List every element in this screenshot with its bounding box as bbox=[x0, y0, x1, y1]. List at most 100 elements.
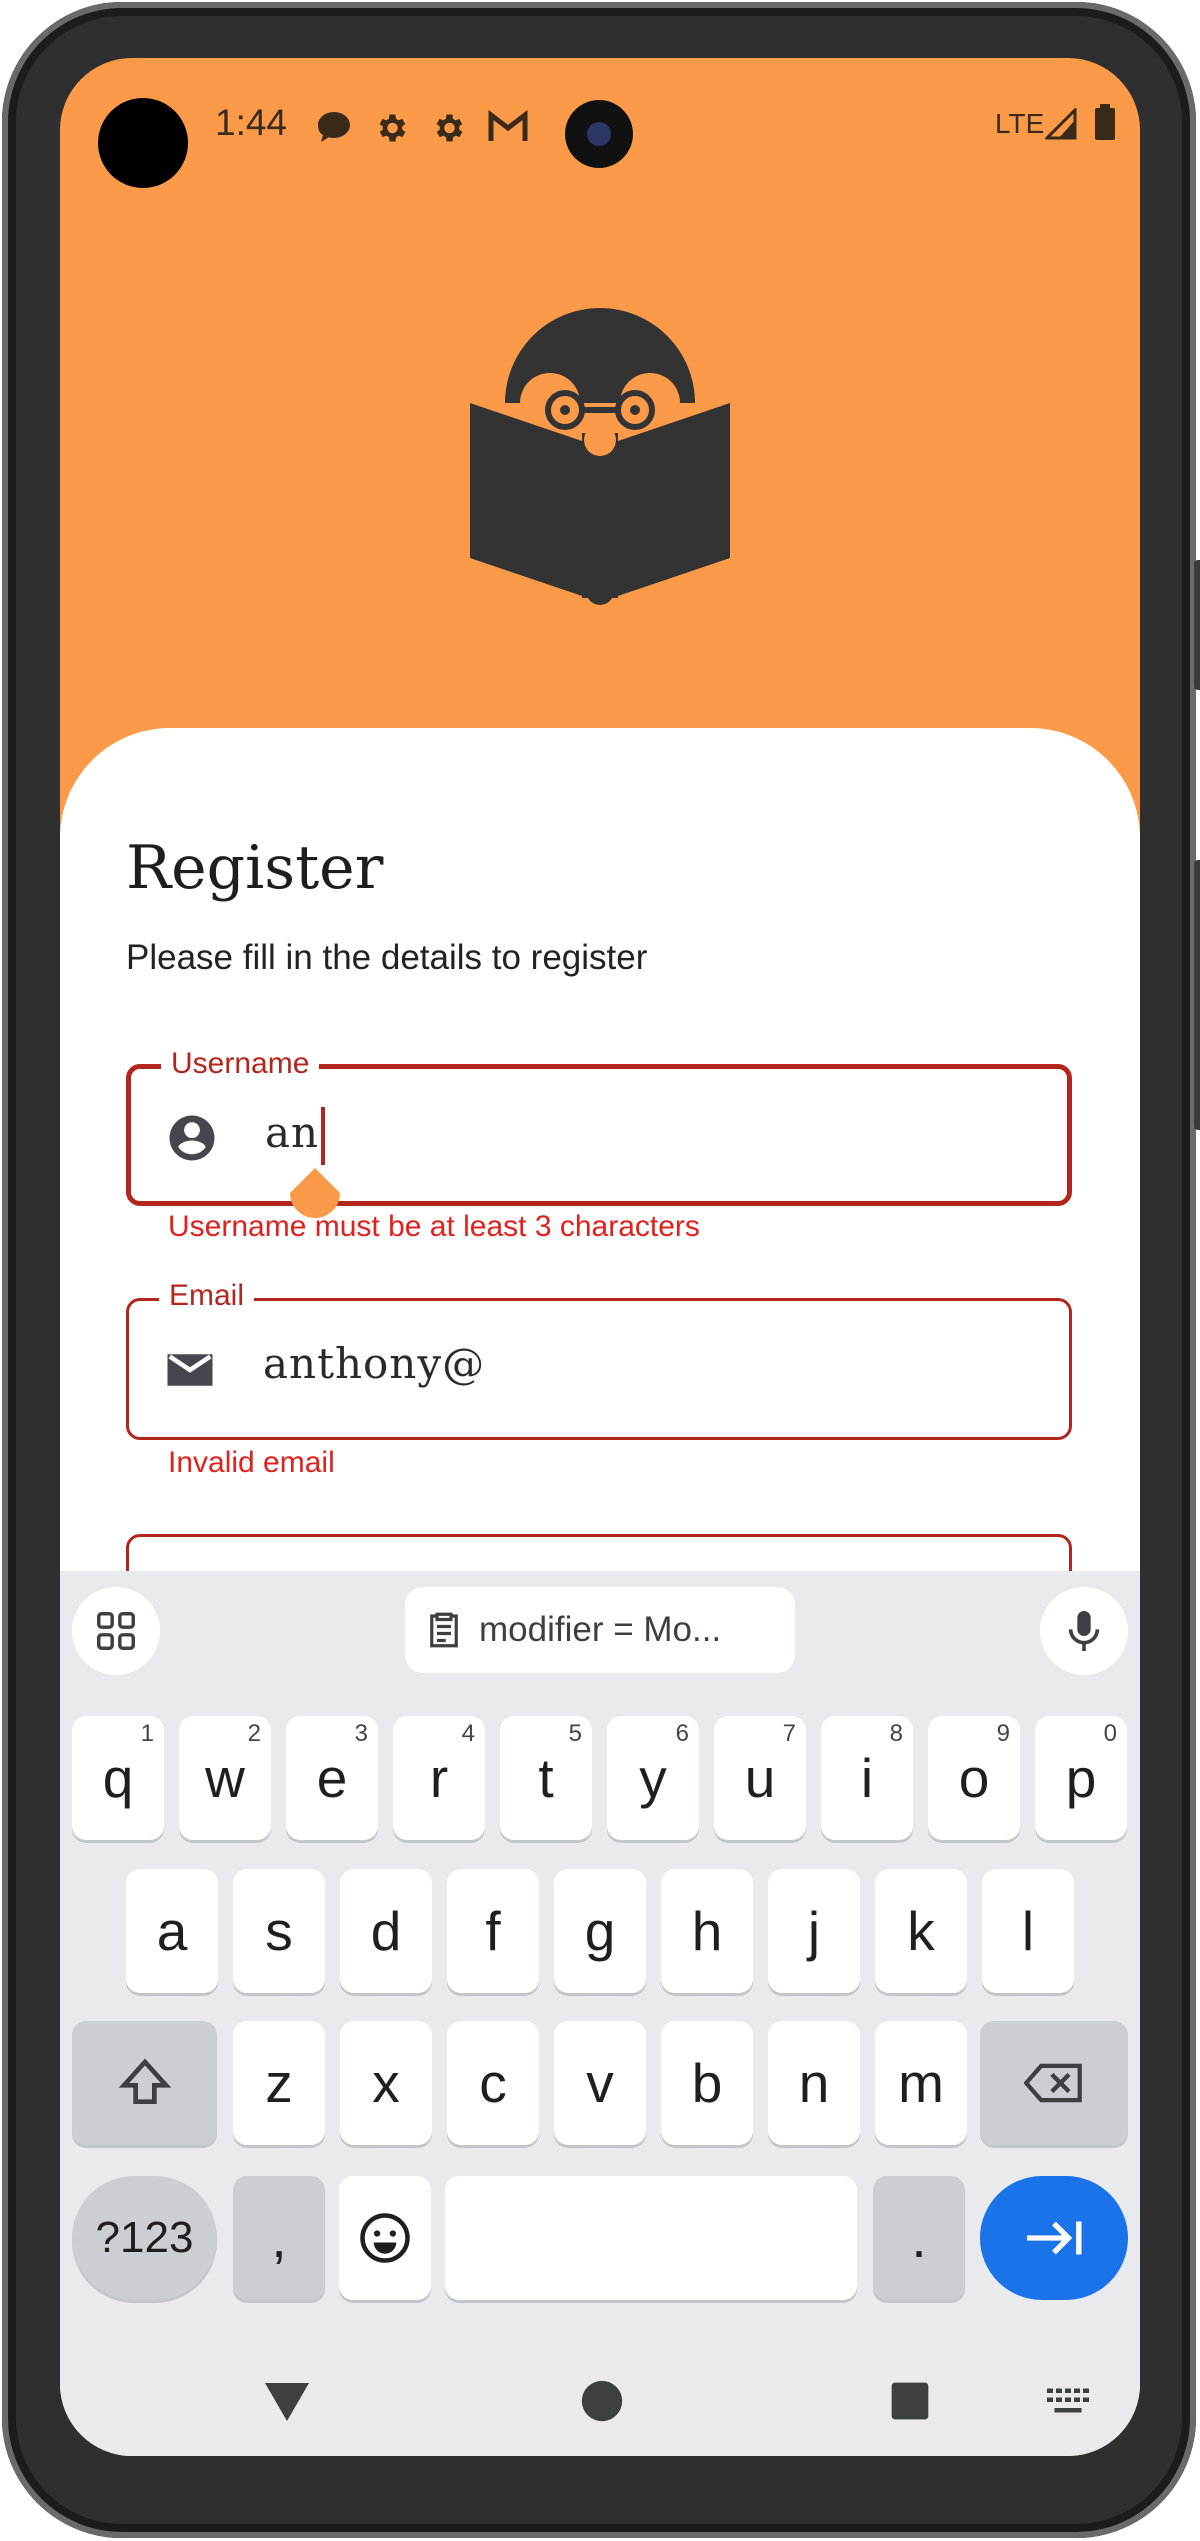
key-letter: p bbox=[1065, 1747, 1097, 1809]
grid-icon bbox=[97, 1612, 135, 1650]
key-letter: q bbox=[102, 1747, 134, 1809]
reader-logo-icon bbox=[470, 308, 730, 605]
key-number-hint: 2 bbox=[247, 1720, 261, 1747]
key-number-hint: 1 bbox=[140, 1720, 154, 1747]
key-h[interactable]: h bbox=[661, 1869, 753, 1993]
tab-arrow-icon bbox=[1027, 2221, 1082, 2255]
key-e[interactable]: e3 bbox=[286, 1716, 378, 1840]
backspace-icon bbox=[1024, 2063, 1082, 2103]
key-u[interactable]: u7 bbox=[714, 1716, 806, 1840]
key-m[interactable]: m bbox=[875, 2021, 967, 2145]
key-p[interactable]: p0 bbox=[1035, 1716, 1127, 1840]
key-v[interactable]: v bbox=[554, 2021, 646, 2145]
text-cursor bbox=[321, 1107, 326, 1165]
username-label: Username bbox=[161, 1047, 320, 1081]
key-letter: w bbox=[205, 1747, 245, 1809]
key-letter: t bbox=[538, 1747, 554, 1809]
signal-icon bbox=[1045, 108, 1077, 140]
username-field[interactable]: Username an bbox=[126, 1047, 1072, 1206]
key-g[interactable]: g bbox=[554, 1869, 646, 1993]
clipboard-text: modifier = Mo... bbox=[479, 1610, 722, 1649]
key-letter: r bbox=[429, 1747, 449, 1809]
account-circle-icon bbox=[169, 1115, 215, 1161]
keyboard-switch-icon[interactable] bbox=[1045, 2387, 1091, 2417]
key-j[interactable]: j bbox=[768, 1869, 860, 1993]
key-w[interactable]: w2 bbox=[179, 1716, 271, 1840]
key-letter: i bbox=[860, 1747, 874, 1809]
camera-cutout bbox=[98, 98, 188, 188]
app-screen: 1:44 LTE Register Please fill in the det… bbox=[60, 58, 1140, 2456]
username-value: an bbox=[265, 1108, 320, 1157]
settings-icon bbox=[436, 114, 463, 142]
key-t[interactable]: t5 bbox=[500, 1716, 592, 1840]
key-number-hint: 0 bbox=[1103, 1720, 1117, 1747]
key-o[interactable]: o9 bbox=[928, 1716, 1020, 1840]
email-label: Email bbox=[159, 1279, 255, 1313]
emoji-key[interactable] bbox=[339, 2176, 431, 2300]
key-y[interactable]: y6 bbox=[607, 1716, 699, 1840]
phone-device: 1:44 LTE Register Please fill in the det… bbox=[0, 0, 1200, 2541]
microphone-icon bbox=[1068, 1611, 1100, 1651]
key-c[interactable]: c bbox=[447, 2021, 539, 2145]
key-r[interactable]: r4 bbox=[393, 1716, 485, 1840]
mail-icon bbox=[167, 1354, 213, 1386]
key-b[interactable]: b bbox=[661, 2021, 753, 2145]
key-letter: u bbox=[744, 1747, 776, 1809]
soft-keyboard: modifier = Mo... q1w2e3r4t5y6u7i8o9p0 as… bbox=[60, 1571, 1140, 2456]
email-error: Invalid email bbox=[168, 1446, 335, 1479]
network-type: LTE bbox=[995, 108, 1045, 139]
apps-grid-button[interactable] bbox=[72, 1587, 160, 1675]
emoji-icon bbox=[360, 2213, 410, 2263]
status-bar: 1:44 LTE bbox=[60, 58, 1140, 188]
volume-button bbox=[1194, 560, 1200, 690]
comma-key[interactable]: , bbox=[233, 2176, 325, 2300]
back-icon[interactable] bbox=[263, 2381, 311, 2423]
clipboard-icon bbox=[430, 1612, 458, 1648]
gmail-icon bbox=[488, 110, 528, 141]
username-input[interactable]: an bbox=[265, 1107, 326, 1165]
keyboard-toolbar: modifier = Mo... bbox=[60, 1571, 1140, 1689]
email-input[interactable]: anthony@ bbox=[263, 1339, 485, 1388]
clipboard-suggestion[interactable]: modifier = Mo... bbox=[405, 1587, 795, 1673]
key-q[interactable]: q1 bbox=[72, 1716, 164, 1840]
key-number-hint: 5 bbox=[568, 1720, 582, 1747]
key-s[interactable]: s bbox=[233, 1869, 325, 1993]
page-subtitle: Please fill in the details to register bbox=[126, 938, 648, 977]
home-icon[interactable] bbox=[580, 2379, 624, 2423]
key-number-hint: 8 bbox=[889, 1720, 903, 1747]
backspace-key[interactable] bbox=[980, 2021, 1128, 2145]
key-number-hint: 6 bbox=[675, 1720, 689, 1747]
key-number-hint: 4 bbox=[461, 1720, 475, 1747]
email-field[interactable]: Email anthony@ bbox=[126, 1279, 1072, 1440]
key-f[interactable]: f bbox=[447, 1869, 539, 1993]
username-error: Username must be at least 3 characters bbox=[168, 1210, 700, 1243]
shift-key[interactable] bbox=[72, 2021, 217, 2145]
key-number-hint: 7 bbox=[782, 1720, 796, 1747]
key-z[interactable]: z bbox=[233, 2021, 325, 2145]
voice-input-button[interactable] bbox=[1040, 1587, 1128, 1675]
shift-icon bbox=[118, 2058, 171, 2104]
recents-icon[interactable] bbox=[890, 2381, 930, 2421]
key-i[interactable]: i8 bbox=[821, 1716, 913, 1840]
settings-icon bbox=[379, 114, 406, 142]
key-number-hint: 9 bbox=[996, 1720, 1010, 1747]
battery-icon bbox=[1095, 104, 1115, 140]
front-camera bbox=[565, 100, 633, 168]
key-k[interactable]: k bbox=[875, 1869, 967, 1993]
space-key[interactable] bbox=[445, 2176, 857, 2300]
key-a[interactable]: a bbox=[126, 1869, 218, 1993]
symbols-key[interactable]: ?123 bbox=[72, 2176, 217, 2300]
next-key[interactable] bbox=[980, 2176, 1128, 2300]
key-letter: e bbox=[316, 1747, 348, 1809]
navigation-bar bbox=[60, 2341, 1140, 2456]
page-title: Register bbox=[126, 833, 384, 903]
key-n[interactable]: n bbox=[768, 2021, 860, 2145]
key-number-hint: 3 bbox=[354, 1720, 368, 1747]
key-letter: y bbox=[639, 1747, 667, 1809]
key-l[interactable]: l bbox=[982, 1869, 1074, 1993]
period-key[interactable]: . bbox=[873, 2176, 965, 2300]
status-time: 1:44 bbox=[215, 102, 288, 143]
power-button bbox=[1194, 860, 1200, 1130]
key-d[interactable]: d bbox=[340, 1869, 432, 1993]
key-x[interactable]: x bbox=[340, 2021, 432, 2145]
